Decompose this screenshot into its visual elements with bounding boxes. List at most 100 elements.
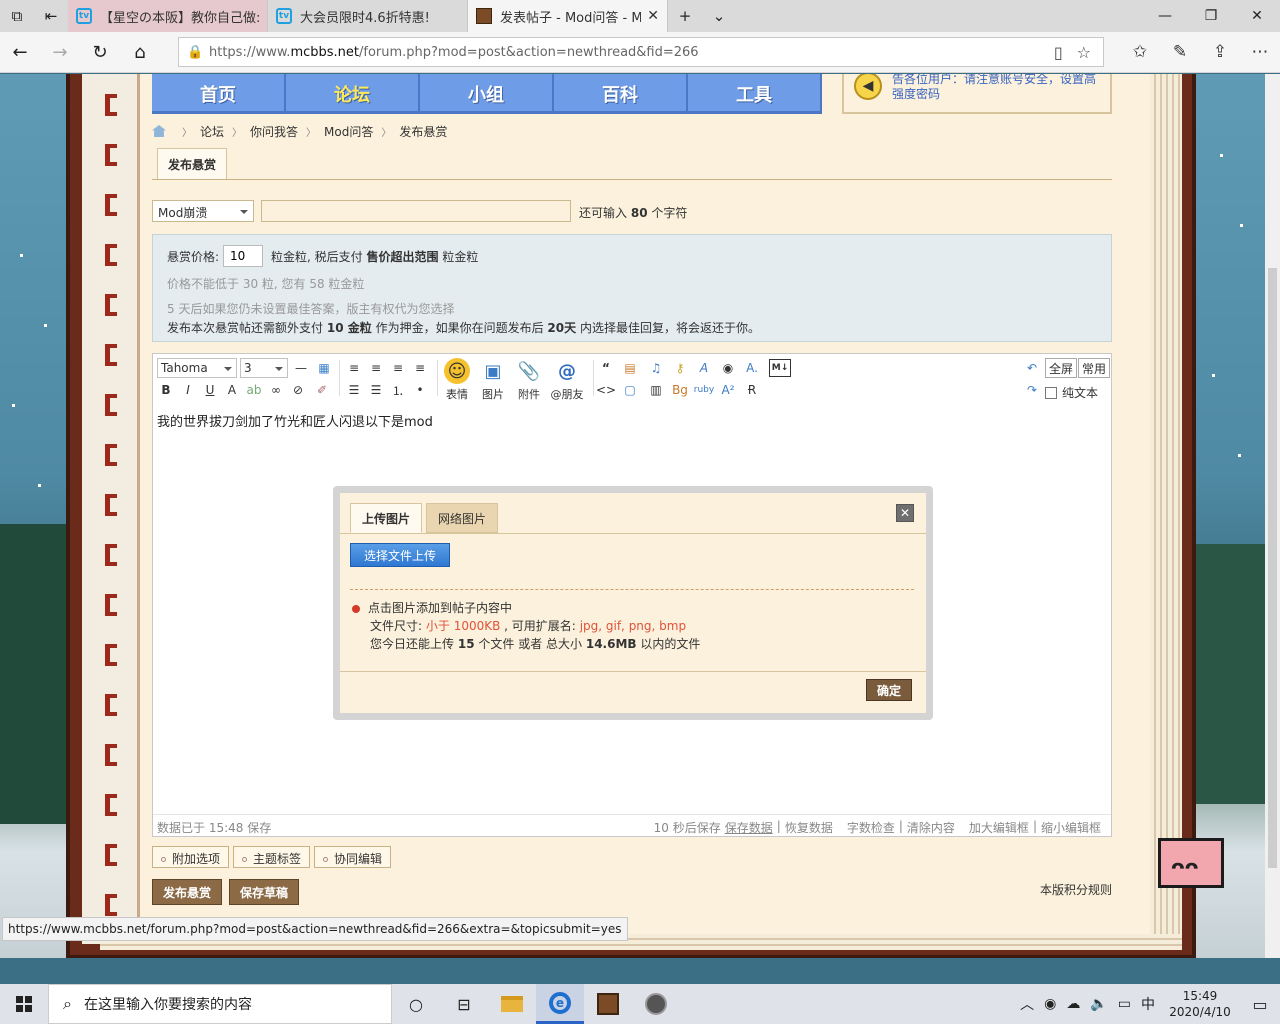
emoji-button[interactable]: ☺ 表情 <box>439 358 475 402</box>
notice-line[interactable]: 强度密码 <box>892 87 1096 102</box>
text-color-icon[interactable]: A <box>223 381 241 399</box>
bg-image-icon[interactable]: Bg <box>671 381 689 399</box>
lock-icon[interactable]: 🔒 <box>187 45 209 60</box>
align-right-icon[interactable]: ≡ <box>389 359 407 377</box>
breadcrumb-mod-qa[interactable]: Mod问答 <box>324 123 373 140</box>
flash-icon[interactable]: ▢ <box>621 381 639 399</box>
subscript-icon[interactable]: A. <box>743 359 761 377</box>
plain-text-checkbox[interactable] <box>1045 386 1057 399</box>
restore-data-link[interactable]: 恢复数据 <box>785 819 833 836</box>
tab-upload-image[interactable]: 上传图片 <box>350 503 423 533</box>
cortana-icon[interactable]: ○ <box>392 984 440 1024</box>
close-icon[interactable]: ✕ <box>896 504 914 522</box>
action-center-icon[interactable]: ▭ <box>1240 995 1280 1014</box>
volume-icon[interactable]: 🔈 <box>1085 996 1112 1012</box>
shrink-editor-link[interactable]: 缩小编辑框 <box>1041 819 1101 836</box>
notes-pen-icon[interactable]: ✎ <box>1160 32 1200 72</box>
horizontal-rule-icon[interactable]: — <box>292 359 310 377</box>
close-tab-icon[interactable]: ✕ <box>647 8 659 24</box>
qq-icon[interactable]: ◉ <box>719 359 737 377</box>
favorites-icon[interactable]: ✩ <box>1120 32 1160 72</box>
redo-icon[interactable]: ↷ <box>1023 381 1041 399</box>
align-left-icon[interactable]: ≡ <box>345 359 363 377</box>
float-left-icon[interactable]: ☰ <box>345 381 363 399</box>
home-icon[interactable] <box>152 125 166 137</box>
onedrive-icon[interactable]: ☁ <box>1061 996 1085 1012</box>
forward-icon[interactable]: → <box>40 32 80 72</box>
confirm-button[interactable]: 确定 <box>866 679 912 701</box>
minimize-icon[interactable]: — <box>1142 0 1188 32</box>
ordered-list-icon[interactable]: ⒈ <box>389 381 407 399</box>
nav-tools[interactable]: 工具 <box>688 74 822 114</box>
share-icon[interactable]: ⇪ <box>1200 32 1240 72</box>
editor-body-text[interactable]: 我的世界拔刀剑加了竹光和匠人闪退以下是mod <box>157 411 433 430</box>
font-size-select[interactable]: 3 <box>240 358 288 378</box>
enlarge-editor-link[interactable]: 加大编辑框 <box>969 819 1029 836</box>
clear-format-icon[interactable]: ✐ <box>313 381 331 399</box>
justify-icon[interactable]: ≡ <box>411 359 429 377</box>
superscript-icon[interactable]: A² <box>719 381 737 399</box>
reading-view-icon[interactable]: ▯ <box>1054 43 1063 62</box>
plain-text-toggle[interactable]: 纯文本 <box>1045 384 1098 401</box>
attachment-button[interactable]: 📎 附件 <box>511 358 547 402</box>
qq-tray-icon[interactable]: ◉ <box>1039 996 1061 1012</box>
topic-tags-button[interactable]: 主题标签 <box>233 846 311 868</box>
clock[interactable]: 15:49 2020/4/10 <box>1160 988 1240 1020</box>
video-icon[interactable]: ▥ <box>647 381 665 399</box>
italic-icon[interactable]: I <box>179 381 197 399</box>
tab-post-reward[interactable]: 发布悬赏 <box>157 148 227 180</box>
float-right-icon[interactable]: ☰ <box>367 381 385 399</box>
font-style-icon[interactable]: A <box>695 359 713 377</box>
image-button[interactable]: ▣ 图片 <box>475 358 511 402</box>
breadcrumb-qa[interactable]: 你问我答 <box>250 123 298 140</box>
publish-reward-button[interactable]: 发布悬赏 <box>152 879 222 905</box>
network-icon[interactable]: ▭ <box>1113 996 1136 1012</box>
chevron-up-icon[interactable]: ︿ <box>1015 994 1039 1014</box>
set-tabs-aside-icon[interactable]: ⇤ <box>34 0 68 32</box>
nav-wiki[interactable]: 百科 <box>554 74 688 114</box>
strikethrough-icon[interactable]: Ɍ <box>743 381 761 399</box>
browser-tab-2[interactable]: tv 大会员限时4.6折特惠! <box>268 0 468 32</box>
save-data-link[interactable]: 保存数据 <box>725 819 773 836</box>
choose-file-upload-button[interactable]: 选择文件上传 <box>350 543 450 567</box>
code-icon[interactable]: <> <box>596 381 616 399</box>
hide-content-icon[interactable]: ▤ <box>621 359 639 377</box>
font-family-select[interactable]: Tahoma <box>157 358 237 378</box>
edge-browser-icon[interactable]: e <box>536 984 584 1024</box>
table-icon[interactable]: ▦ <box>315 359 333 377</box>
markdown-icon[interactable]: M↓ <box>769 359 791 377</box>
back-icon[interactable]: ← <box>0 32 40 72</box>
audio-icon[interactable]: ♫ <box>647 359 665 377</box>
obs-icon[interactable] <box>632 984 680 1024</box>
link-icon[interactable]: ∞ <box>267 381 285 399</box>
unlink-icon[interactable]: ⊘ <box>289 381 307 399</box>
home-icon[interactable]: ⌂ <box>120 32 160 72</box>
taskbar-search[interactable]: ⌕ 在这里输入你要搜索的内容 <box>48 984 392 1024</box>
page-scrollbar[interactable] <box>1265 74 1280 958</box>
new-tab-icon[interactable]: + <box>668 7 702 25</box>
bold-icon[interactable]: B <box>157 381 175 399</box>
task-view-icon[interactable]: ⊟ <box>440 984 488 1024</box>
scrollbar-thumb[interactable] <box>1268 268 1277 868</box>
file-explorer-icon[interactable] <box>488 984 536 1024</box>
align-center-icon[interactable]: ≡ <box>367 359 385 377</box>
common-button[interactable]: 常用 <box>1078 358 1111 378</box>
ruby-icon[interactable]: ruby <box>694 381 714 399</box>
ime-indicator[interactable]: 中 <box>1136 994 1160 1014</box>
more-icon[interactable]: ⋯ <box>1240 32 1280 72</box>
mention-button[interactable]: @ @朋友 <box>549 358 585 402</box>
underline-icon[interactable]: U <box>201 381 219 399</box>
clear-content-link[interactable]: 清除内容 <box>907 819 955 836</box>
word-check-link[interactable]: 字数检查 <box>847 819 895 836</box>
reward-price-input[interactable] <box>223 245 264 267</box>
subject-input[interactable] <box>261 200 571 222</box>
start-button[interactable] <box>0 984 48 1024</box>
address-bar[interactable]: 🔒 https://www.mcbbs.net/forum.php?mod=po… <box>178 37 1104 67</box>
fullscreen-button[interactable]: 全屏 <box>1045 358 1078 378</box>
unordered-list-icon[interactable]: • <box>411 381 429 399</box>
nav-home[interactable]: 首页 <box>152 74 286 114</box>
refresh-icon[interactable]: ↻ <box>80 32 120 72</box>
background-color-icon[interactable]: ab <box>245 381 263 399</box>
nav-forum[interactable]: 论坛 <box>286 74 420 114</box>
favorite-star-icon[interactable]: ☆ <box>1077 43 1091 62</box>
